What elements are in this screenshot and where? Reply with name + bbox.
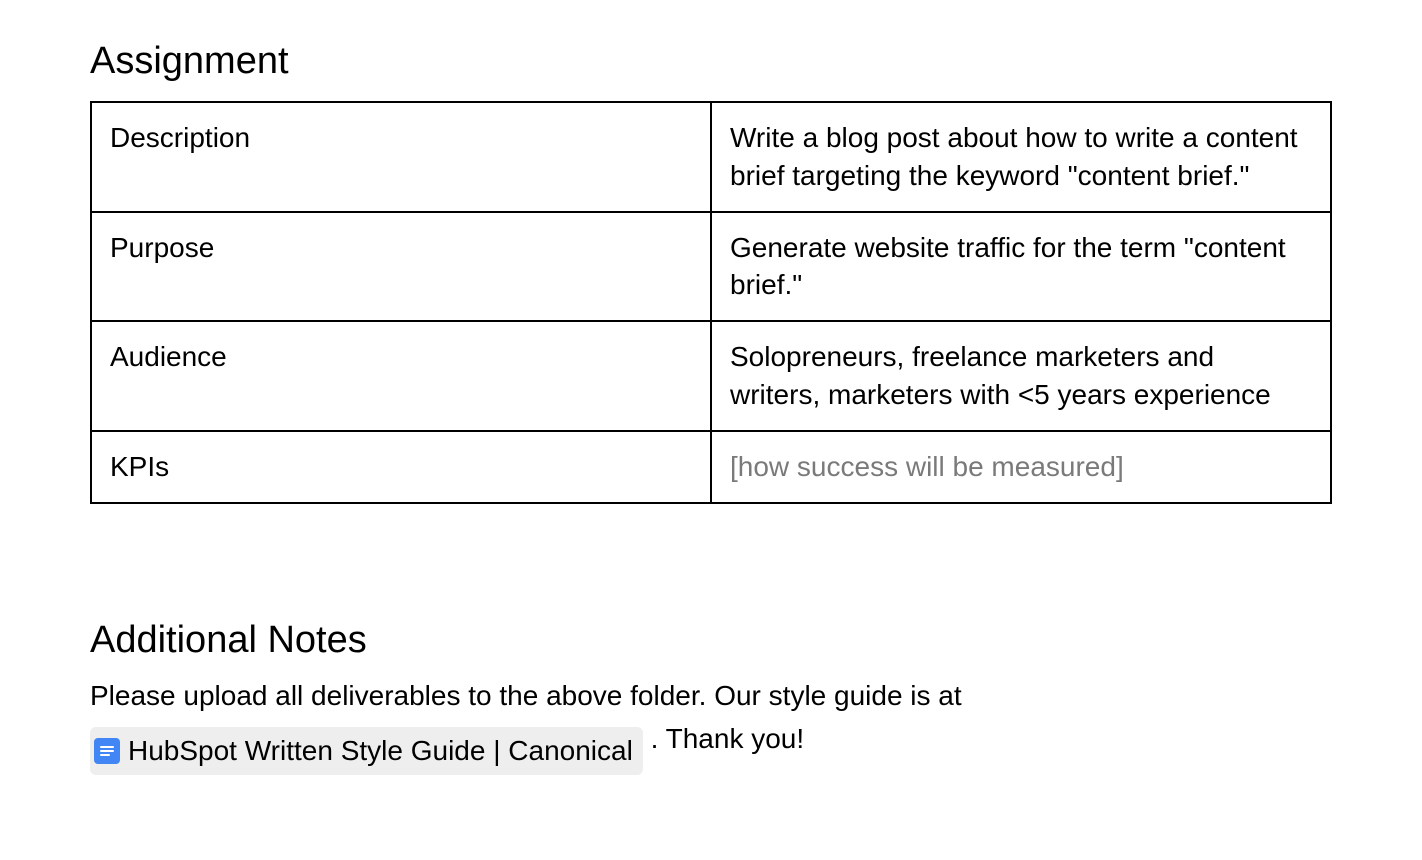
table-row: Description Write a blog post about how … xyxy=(91,102,1331,212)
row-value-purpose: Generate website traffic for the term "c… xyxy=(711,212,1331,322)
table-row: Audience Solopreneurs, freelance markete… xyxy=(91,321,1331,431)
google-doc-icon xyxy=(94,738,120,764)
style-guide-doc-chip[interactable]: HubSpot Written Style Guide | Canonical xyxy=(90,727,643,774)
row-label-description: Description xyxy=(91,102,711,212)
additional-notes-heading: Additional Notes xyxy=(90,619,1332,662)
row-label-purpose: Purpose xyxy=(91,212,711,322)
row-label-audience: Audience xyxy=(91,321,711,431)
doc-chip-label: HubSpot Written Style Guide | Canonical xyxy=(128,729,633,772)
table-row: KPIs [how success will be measured] xyxy=(91,431,1331,503)
assignment-heading: Assignment xyxy=(90,40,1332,83)
row-value-description: Write a blog post about how to write a c… xyxy=(711,102,1331,212)
additional-notes-paragraph: Please upload all deliverables to the ab… xyxy=(90,674,1332,775)
row-value-audience: Solopreneurs, freelance marketers and wr… xyxy=(711,321,1331,431)
notes-outro-text: . Thank you! xyxy=(651,723,805,754)
table-row: Purpose Generate website traffic for the… xyxy=(91,212,1331,322)
notes-intro-text: Please upload all deliverables to the ab… xyxy=(90,680,962,711)
assignment-table: Description Write a blog post about how … xyxy=(90,101,1332,504)
row-value-kpis: [how success will be measured] xyxy=(711,431,1331,503)
row-label-kpis: KPIs xyxy=(91,431,711,503)
